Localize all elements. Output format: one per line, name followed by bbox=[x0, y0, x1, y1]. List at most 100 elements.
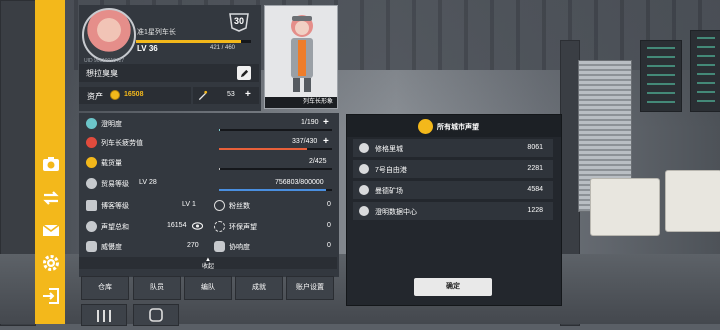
stat-value: 16154 bbox=[167, 222, 187, 229]
stat-label: 澄明度 bbox=[101, 121, 122, 128]
blog-icon bbox=[86, 200, 97, 211]
fuel-row: 53 + bbox=[193, 87, 259, 104]
logout-icon[interactable] bbox=[41, 286, 61, 306]
city-name: 曼德矿场 bbox=[375, 188, 403, 195]
stat-resonance: 协响度 0 bbox=[214, 239, 339, 255]
stat-label: 环保声望 bbox=[229, 224, 257, 231]
stat-value: 0 bbox=[327, 201, 331, 208]
gear-icon[interactable] bbox=[41, 253, 61, 273]
coin-value: 16508 bbox=[124, 91, 144, 98]
city-icon bbox=[359, 206, 369, 216]
crew-button[interactable]: 队员 bbox=[133, 276, 181, 300]
mail-icon[interactable] bbox=[41, 220, 61, 240]
stat-value: 756803/800000 bbox=[275, 179, 324, 186]
account-settings-button[interactable]: 账户设置 bbox=[286, 276, 334, 300]
eye-icon[interactable] bbox=[192, 222, 203, 230]
avatar[interactable] bbox=[82, 8, 136, 62]
stat-label: 载货量 bbox=[101, 160, 122, 167]
equalizer-icon bbox=[97, 310, 111, 322]
server-rack bbox=[640, 40, 682, 112]
add-fatigue-button[interactable]: + bbox=[323, 137, 329, 147]
coin-icon bbox=[110, 90, 120, 100]
trade-bar bbox=[219, 189, 332, 191]
recycle-icon bbox=[214, 221, 225, 232]
train-button[interactable] bbox=[133, 304, 179, 326]
transfer-icon[interactable] bbox=[41, 188, 61, 208]
person-icon bbox=[214, 200, 225, 211]
add-fuel-button[interactable]: + bbox=[245, 90, 251, 100]
stat-label: 粉丝数 bbox=[229, 203, 250, 210]
portrait-label: 列车长形象 bbox=[265, 97, 337, 108]
assets-row: 资产 16508 bbox=[79, 87, 191, 104]
city-reputation-dialog: 所有城市声望 修格里城 8061 7号自由港 2281 曼德矿场 4584 澄明… bbox=[346, 114, 562, 306]
city-reputation: 2281 bbox=[527, 165, 543, 172]
stat-cargo: 载货量 2/425 bbox=[79, 155, 339, 171]
level-badge-text: 30 bbox=[233, 16, 244, 26]
player-name: 想拉臭臭 bbox=[86, 69, 118, 78]
xp-text: 421 / 460 bbox=[210, 45, 236, 51]
cargo-bar bbox=[219, 168, 332, 170]
city-row: 曼德矿场 4584 bbox=[353, 181, 553, 199]
fuel-value: 53 bbox=[227, 91, 235, 98]
collapse-button[interactable]: ▲ 收起 bbox=[79, 257, 337, 270]
fist-icon bbox=[86, 241, 97, 252]
stat-label: 声望总和 bbox=[101, 224, 129, 231]
clarity-icon bbox=[86, 118, 97, 129]
stat-value: 1/190 bbox=[301, 119, 319, 126]
achievements-button[interactable]: 成就 bbox=[235, 276, 283, 300]
dialog-header: 所有城市声望 bbox=[347, 115, 561, 137]
stat-fatigue: 列车长疲劳值 337/430 + bbox=[79, 135, 339, 151]
clarity-bar bbox=[219, 129, 332, 131]
stat-label: 威慑度 bbox=[101, 244, 122, 251]
character-portrait[interactable]: 列车长形象 bbox=[264, 5, 338, 109]
city-name: 7号自由港 bbox=[375, 167, 407, 174]
character-figure bbox=[291, 15, 313, 92]
pencil-icon bbox=[240, 69, 248, 77]
warehouse-button[interactable]: 仓库 bbox=[81, 276, 129, 300]
city-reputation: 8061 bbox=[527, 144, 543, 151]
stat-fans: 粉丝数 0 bbox=[214, 198, 339, 214]
add-clarity-button[interactable]: + bbox=[323, 118, 329, 128]
city-row: 澄明数据中心 1228 bbox=[353, 202, 553, 220]
stat-value: LV 1 bbox=[182, 201, 196, 208]
fatigue-bar bbox=[219, 148, 332, 150]
equalizer-button[interactable] bbox=[81, 304, 127, 326]
xp-fill bbox=[136, 40, 242, 43]
city-reputation: 1228 bbox=[527, 207, 543, 214]
city-row: 7号自由港 2281 bbox=[353, 160, 553, 178]
stat-label: 贸易等级 bbox=[101, 181, 129, 188]
stat-value: 337/430 bbox=[292, 138, 318, 145]
stats-panel: 澄明度 1/190 + 列车长疲劳值 337/430 + 载货量 2/425 贸… bbox=[79, 113, 339, 277]
dialog-title: 所有城市声望 bbox=[437, 124, 479, 131]
cargo-icon bbox=[86, 157, 97, 168]
city-icon bbox=[359, 185, 369, 195]
stat-label: 列车长疲劳值 bbox=[101, 140, 143, 147]
machine bbox=[590, 178, 660, 236]
camera-icon[interactable] bbox=[41, 154, 61, 174]
xp-bar bbox=[136, 40, 251, 43]
city-name: 澄明数据中心 bbox=[375, 209, 417, 216]
trade-icon bbox=[86, 178, 97, 189]
stat-trade: 贸易等级 LV 28 756803/800000 bbox=[79, 176, 339, 192]
stat-clarity: 澄明度 1/190 + bbox=[79, 116, 339, 132]
city-row: 修格里城 8061 bbox=[353, 139, 553, 157]
train-icon bbox=[149, 308, 163, 322]
trade-level: LV 28 bbox=[139, 179, 157, 186]
server-rack bbox=[690, 30, 720, 112]
stat-label: 协响度 bbox=[229, 244, 250, 251]
stat-label: 博客等级 bbox=[101, 203, 129, 210]
stat-value: 0 bbox=[327, 242, 331, 249]
reputation-icon bbox=[86, 221, 97, 232]
city-name: 修格里城 bbox=[375, 146, 403, 153]
edit-name-button[interactable] bbox=[237, 66, 251, 80]
stat-value: 0 bbox=[327, 222, 331, 229]
rank-title: 准1星列车长 bbox=[137, 29, 176, 36]
handshake-icon bbox=[214, 241, 225, 252]
collapse-label: 收起 bbox=[201, 264, 214, 270]
machine bbox=[665, 170, 720, 232]
level-badge: 30 bbox=[228, 12, 250, 32]
player-level: LV 36 bbox=[137, 44, 158, 53]
formation-button[interactable]: 编队 bbox=[184, 276, 232, 300]
sidebar bbox=[35, 0, 65, 324]
confirm-button[interactable]: 确定 bbox=[414, 278, 492, 296]
